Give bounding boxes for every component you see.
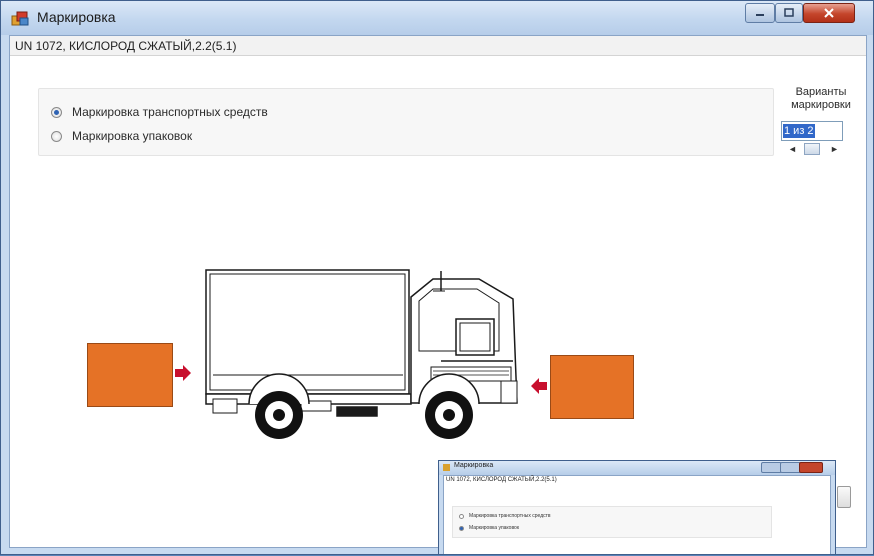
side-button[interactable] [837, 486, 851, 508]
thumbnail-radio-label: Маркировка транспортных средств [469, 513, 551, 519]
thumbnail-radio-vehicle: Маркировка транспортных средств [459, 513, 551, 519]
thumbnail-subject: UN 1072, КИСЛОРОД СЖАТЫЙ,2.2(5.1) [446, 477, 557, 483]
thumbnail-radio-label: Маркировка упаковок [469, 525, 520, 531]
right-arrow-icon [175, 365, 191, 381]
thumbnail-maximize-icon [780, 462, 801, 473]
thumbnail-title: Маркировка [454, 462, 494, 469]
truck-icon [205, 269, 518, 417]
left-arrow-icon [531, 378, 547, 394]
thumbnail-close-icon [799, 462, 823, 473]
thumbnail-radio-package: Маркировка упаковок [459, 525, 519, 531]
orange-plate-front [550, 355, 634, 419]
app-icon [443, 464, 450, 471]
thumbnail-radio [459, 525, 464, 531]
thumbnail-radio [459, 513, 464, 519]
thumbnail-marking-type-group: Маркировка транспортных средств Маркиров… [452, 506, 772, 538]
thumbnail-client-area: UN 1072, КИСЛОРОД СЖАТЫЙ,2.2(5.1) Маркир… [443, 475, 831, 554]
taskbar-thumbnail-preview[interactable]: Маркировка UN 1072, КИСЛОРОД СЖАТЫЙ,2.2(… [438, 460, 836, 555]
thumbnail-minimize-icon [761, 462, 782, 473]
thumbnail-title-bar: Маркировка [439, 461, 835, 475]
orange-plate-rear [87, 343, 173, 407]
